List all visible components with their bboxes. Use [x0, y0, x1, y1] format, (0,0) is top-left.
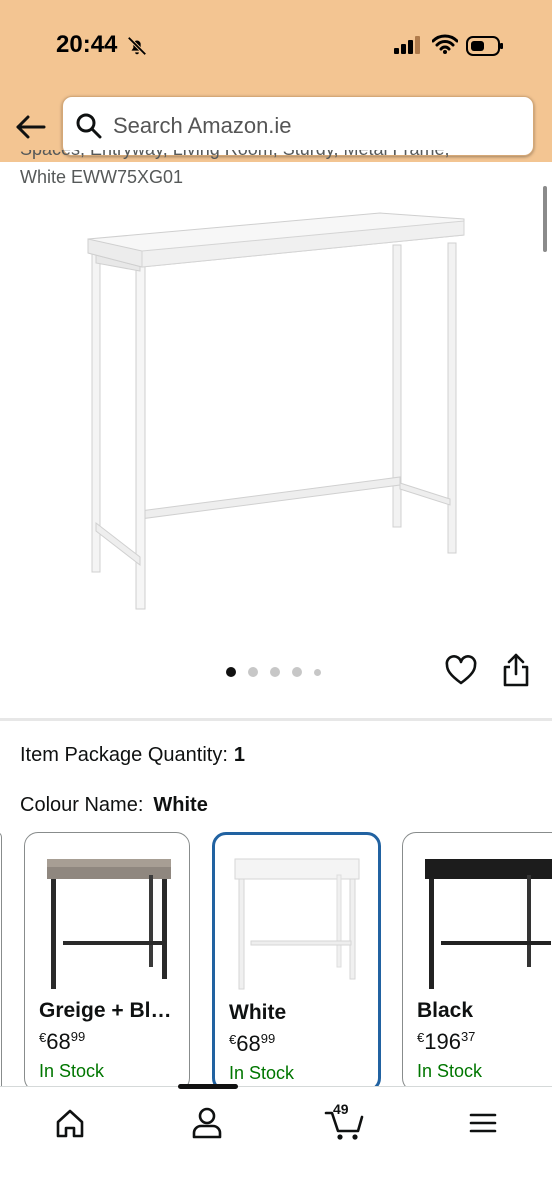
heart-icon[interactable] — [444, 654, 478, 688]
colour-swatch-greige[interactable]: Greige + Bl… €6899 In Stock — [24, 832, 190, 1092]
carousel-dot[interactable] — [292, 667, 302, 677]
price-fraction: 99 — [70, 1029, 86, 1044]
price-whole: 68 — [46, 1029, 71, 1054]
product-title-line-2: White EWW75XG01 — [20, 167, 184, 187]
swatch-name: White — [229, 1001, 287, 1024]
scroll-indicator — [543, 186, 547, 252]
colour-name: Colour Name: White — [20, 794, 208, 817]
home-icon[interactable] — [50, 1103, 90, 1143]
search-input[interactable] — [113, 97, 523, 155]
menu-icon[interactable] — [463, 1103, 503, 1143]
share-icon[interactable] — [500, 652, 532, 688]
swatch-thumbnail — [234, 858, 360, 990]
swatch-thumbnail — [47, 859, 171, 989]
carousel-dot[interactable] — [226, 667, 236, 677]
swatch-stock: In Stock — [39, 1061, 105, 1081]
battery-icon — [466, 36, 503, 56]
swatch-price: €6899 — [229, 1031, 275, 1057]
search-bar[interactable] — [62, 96, 534, 156]
section-divider — [0, 718, 552, 721]
product-title-line-1: Spaces, Entryway, Living Room, Sturdy, M… — [20, 150, 450, 162]
quantity-value: 1 — [233, 744, 246, 766]
image-carousel-dots[interactable] — [226, 666, 321, 678]
status-time: 20:44 — [56, 31, 118, 58]
colour-swatch-white[interactable]: White €6899 In Stock — [212, 832, 381, 1092]
back-arrow-icon[interactable] — [14, 110, 48, 144]
swatch-price: €6899 — [39, 1029, 85, 1055]
product-title-cut-line: Spaces, Entryway, Living Room, Sturdy, M… — [20, 150, 520, 164]
swatch-stock: In Stock — [417, 1061, 483, 1081]
swatch-name: Greige + Bl… — [39, 999, 172, 1022]
carousel-dot[interactable] — [248, 667, 258, 677]
price-fraction: 99 — [260, 1031, 276, 1046]
product-image[interactable] — [80, 205, 472, 615]
price-fraction: 37 — [460, 1029, 476, 1044]
search-icon — [76, 113, 102, 139]
carousel-dot[interactable] — [314, 668, 321, 676]
colour-swatch-black[interactable]: Black €19637 In Stock — [402, 832, 552, 1092]
app-header: 20:44 — [0, 0, 552, 162]
swatch-name: Black — [417, 999, 474, 1022]
swatch-price: €19637 — [417, 1029, 475, 1055]
price-whole: 68 — [236, 1031, 261, 1056]
colour-label: Colour Name: — [20, 794, 144, 816]
account-icon[interactable] — [187, 1103, 227, 1143]
item-package-quantity: Item Package Quantity: 1 — [20, 744, 245, 767]
wifi-icon — [432, 34, 458, 54]
swatch-thumbnail — [425, 859, 552, 989]
cellular-signal-icon — [394, 36, 420, 54]
bell-off-icon — [127, 36, 147, 56]
cart-icon[interactable] — [324, 1103, 364, 1143]
nav-active-indicator — [178, 1084, 238, 1089]
swatch-partial[interactable] — [0, 832, 2, 1092]
status-bar: 20:44 — [0, 0, 552, 90]
bottom-nav: 49 — [0, 1084, 552, 1200]
carousel-dot[interactable] — [270, 667, 280, 677]
product-title: Spaces, Entryway, Living Room, Sturdy, M… — [20, 150, 520, 190]
colour-value: White — [153, 794, 208, 816]
swatch-stock: In Stock — [229, 1063, 295, 1083]
price-whole: 196 — [424, 1029, 461, 1054]
quantity-label: Item Package Quantity: — [20, 744, 228, 766]
